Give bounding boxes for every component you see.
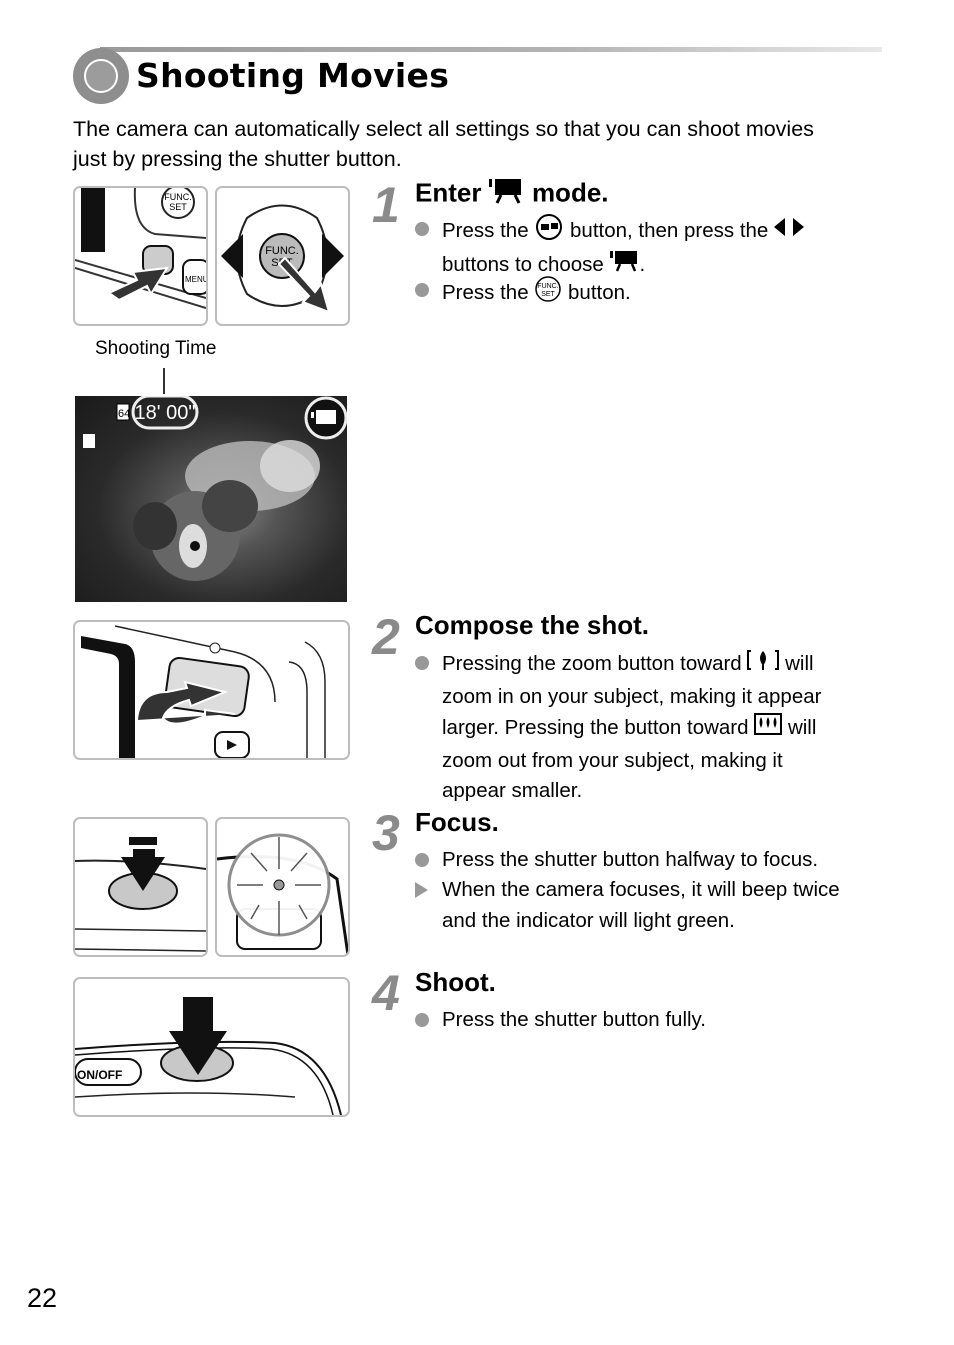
illustration-dial: FUNC. SET [215, 186, 350, 326]
step-heading-3: Focus. [415, 807, 499, 837]
func-set-button-icon: FUNC. SET [534, 275, 562, 313]
mode-switch-button-icon [534, 214, 564, 250]
bullet-dot-icon [415, 283, 429, 297]
header-circle-icon [73, 48, 129, 104]
step-number-3: 3 [372, 805, 400, 861]
step4-bullet-1: Press the shutter button fully. [415, 1005, 885, 1036]
svg-text:SET: SET [542, 291, 556, 298]
illustration-zoom-lever [73, 620, 350, 760]
svg-text:SET: SET [169, 202, 187, 212]
svg-text:18' 00": 18' 00" [135, 402, 196, 424]
movie-mode-icon [488, 177, 525, 212]
step1-bullet-1: Press the button, then press the buttons… [415, 214, 855, 281]
step-heading-2: Compose the shot. [415, 610, 650, 640]
page-title: Shooting Movies [136, 56, 450, 95]
bullet-dot-icon [415, 656, 429, 670]
telephoto-icon [747, 648, 780, 682]
left-right-arrows-icon [774, 216, 805, 248]
shooting-time-caption: Shooting Time [95, 338, 217, 359]
bullet-dot-icon [415, 853, 429, 867]
svg-text:64: 64 [118, 408, 130, 420]
page-number: 22 [27, 1283, 58, 1313]
step1-bullet-2: Press the FUNC. SET button. [415, 275, 855, 313]
illustration-shutter-half [73, 817, 208, 957]
svg-text:ON/OFF: ON/OFF [77, 1068, 122, 1082]
step-heading-1: Enter mode. [415, 177, 609, 212]
svg-text:MENU: MENU [185, 275, 206, 284]
step-number-4: 4 [372, 965, 400, 1021]
illustration-mode-button: FUNC. SET MENU [73, 186, 208, 326]
intro-paragraph: The camera can automatically select all … [73, 117, 814, 171]
header-rule [100, 47, 882, 52]
step3-bullet-1: Press the shutter button halfway to focu… [415, 845, 885, 876]
svg-text:FUNC.: FUNC. [164, 192, 192, 202]
result-triangle-icon [415, 882, 428, 898]
step3-bullet-2: When the camera focuses, it will beep tw… [415, 875, 885, 936]
bullet-dot-icon [415, 222, 429, 236]
step-heading-4: Shoot. [415, 967, 496, 997]
step2-bullet-1: Pressing the zoom button toward will zoo… [415, 648, 875, 807]
svg-text:FUNC.: FUNC. [538, 283, 559, 290]
svg-text:FUNC.: FUNC. [265, 245, 299, 257]
screen-photo-dog: 64 18' 00" [75, 396, 347, 602]
step-number-2: 2 [372, 609, 400, 665]
bullet-dot-icon [415, 1013, 429, 1027]
illustration-shutter-full: ON/OFF [73, 977, 350, 1117]
wide-angle-icon [754, 712, 783, 746]
caption-leader-line [163, 368, 165, 394]
illustration-focus-indicator [215, 817, 350, 957]
step-number-1: 1 [372, 177, 400, 233]
